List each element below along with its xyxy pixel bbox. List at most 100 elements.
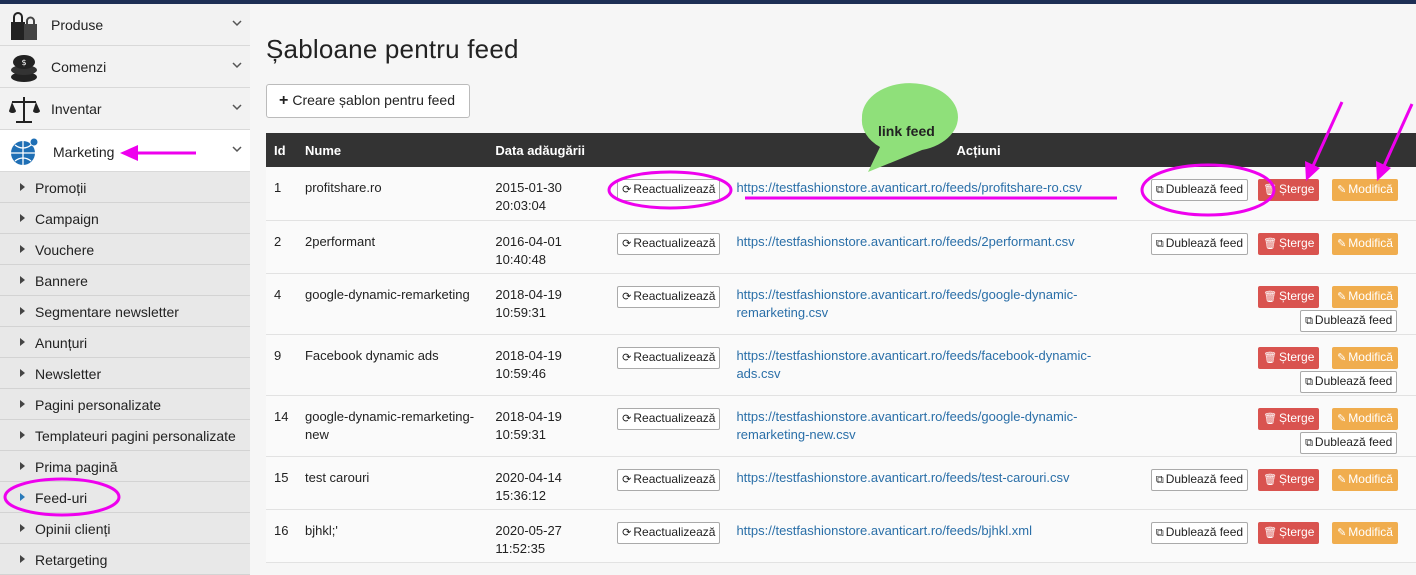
edit-button[interactable]: ✎ Modifică (1332, 179, 1398, 201)
sidebar-subitem[interactable]: Pagini personalizate (0, 389, 250, 420)
svg-text:$: $ (21, 58, 26, 67)
duplicate-feed-button[interactable]: ⧉ Dublează feed (1150, 232, 1249, 255)
caret-right-icon (20, 214, 25, 222)
sidebar-subitem[interactable]: Campaign (0, 203, 250, 234)
edit-label: Modifică (1348, 410, 1393, 425)
refresh-button[interactable]: ⟳ Reactualizează (617, 407, 721, 430)
cell-id: 15 (266, 456, 297, 510)
sidebar-subitem-label: Templateuri pagini personalizate (35, 428, 236, 444)
sidebar-subitem[interactable]: Newsletter (0, 358, 250, 389)
sidebar-item-label: Produse (51, 17, 104, 33)
cell-duplicate: ⧉ Dublează feed (1141, 220, 1259, 274)
duplicate-label: Dublează feed (1314, 434, 1393, 449)
cell-delete: 🗑 Șterge (1258, 167, 1330, 221)
cell-edit: ✎ Modifică (1329, 220, 1416, 274)
sidebar-subitem-label: Pagini personalizate (35, 397, 162, 413)
duplicate-feed-button[interactable]: ⧉ Dublează feed (1300, 431, 1398, 454)
edit-icon: ✎ (1337, 526, 1347, 539)
duplicate-feed-button[interactable]: ⧉ Dublează feed (1150, 521, 1249, 544)
refresh-label: Reactualizează (633, 349, 716, 364)
table-row: 4 google-dynamic-remarketing 2018-04-19 1… (266, 273, 1416, 335)
copy-icon: ⧉ (1305, 375, 1313, 388)
delete-button[interactable]: 🗑 Șterge (1258, 407, 1320, 430)
delete-button[interactable]: 🗑 Șterge (1258, 285, 1320, 308)
column-header-date: Data adăugării (495, 142, 585, 158)
delete-button[interactable]: 🗑 Șterge (1258, 179, 1320, 201)
edit-button[interactable]: ✎ Modifică (1332, 232, 1398, 255)
refresh-icon: ⟳ (622, 412, 632, 425)
delete-button[interactable]: 🗑 Șterge (1258, 346, 1320, 369)
sidebar-subitem[interactable]: Promoții (0, 172, 250, 203)
edit-icon: ✎ (1337, 290, 1347, 303)
copy-icon: ⧉ (1155, 184, 1164, 196)
edit-button[interactable]: ✎ Modifică (1332, 407, 1398, 430)
refresh-icon: ⟳ (622, 184, 632, 196)
cell-refresh: ⟳ Reactualizează (603, 395, 729, 457)
sidebar-subitem-label: Retargeting (35, 552, 108, 568)
refresh-button[interactable]: ⟳ Reactualizează (617, 285, 721, 308)
time-value: 20:03:04 (495, 198, 547, 213)
cell-date: 2020-04-14 15:36:12 (487, 456, 604, 510)
cell-refresh: ⟳ Reactualizează (603, 220, 729, 274)
feed-link[interactable]: https://testfashionstore.avanticart.ro/f… (736, 409, 1077, 442)
cell-refresh: ⟳ Reactualizează (603, 273, 729, 335)
sidebar-subitem-feed-uri[interactable]: Feed-uri (0, 482, 250, 513)
refresh-button[interactable]: ⟳ Reactualizează (617, 232, 721, 255)
date-value: 2015-01-30 (495, 180, 562, 195)
delete-button[interactable]: 🗑 Șterge (1258, 468, 1320, 491)
edit-button[interactable]: ✎ Modifică (1332, 346, 1398, 369)
copy-icon: ⧉ (1155, 473, 1164, 486)
cell-url: https://testfashionstore.avanticart.ro/f… (728, 220, 1142, 274)
create-feed-template-button[interactable]: + Creare șablon pentru feed (266, 84, 470, 118)
duplicate-feed-button[interactable]: ⧉ Dublează feed (1300, 370, 1398, 393)
chevron-down-icon (232, 104, 242, 111)
feed-link[interactable]: https://testfashionstore.avanticart.ro/f… (736, 348, 1091, 381)
feed-link[interactable]: https://testfashionstore.avanticart.ro/f… (736, 523, 1032, 538)
duplicate-feed-button[interactable]: ⧉ Dublează feed (1150, 468, 1249, 491)
sidebar-item-label: Inventar (51, 101, 102, 117)
date-value: 2016-04-01 (495, 233, 562, 249)
sidebar-subitem[interactable]: Anunțuri (0, 327, 250, 358)
delete-button[interactable]: 🗑 Șterge (1258, 232, 1320, 255)
feed-link[interactable]: https://testfashionstore.avanticart.ro/f… (736, 287, 1077, 320)
edit-button[interactable]: ✎ Modifică (1332, 468, 1398, 491)
sidebar-subitem-label: Anunțuri (35, 335, 88, 351)
trash-icon: 🗑 (1263, 526, 1278, 539)
duplicate-feed-button[interactable]: ⧉ Dublează feed (1300, 309, 1398, 332)
refresh-button[interactable]: ⟳ Reactualizează (617, 521, 721, 544)
sidebar-item-comenzi[interactable]: $ Comenzi (0, 46, 250, 88)
cell-date: 2018-04-19 10:59:31 (487, 395, 604, 457)
sidebar-subitem[interactable]: Vouchere (0, 234, 250, 265)
sidebar: Produse $ Comenzi Inventar Marketing Pro… (0, 4, 250, 575)
feed-link[interactable]: https://testfashionstore.avanticart.ro/f… (736, 470, 1069, 485)
sidebar-item-label: Marketing (53, 144, 115, 160)
cell-refresh: ⟳ Reactualizează (603, 167, 729, 221)
duplicate-feed-button[interactable]: ⧉ Dublează feed (1150, 179, 1249, 201)
sidebar-item-marketing[interactable]: Marketing (0, 130, 250, 172)
edit-button[interactable]: ✎ Modifică (1332, 521, 1398, 544)
date-value: 2020-04-14 (495, 469, 562, 485)
sidebar-subitem[interactable]: Opinii clienți (0, 513, 250, 544)
caret-right-icon (20, 400, 25, 408)
refresh-button[interactable]: ⟳ Reactualizează (617, 468, 721, 491)
sidebar-subitem[interactable]: Retargeting (0, 544, 250, 575)
trash-icon: 🗑 (1263, 412, 1278, 425)
sidebar-subitem[interactable]: Segmentare newsletter (0, 296, 250, 327)
caret-right-icon (20, 307, 25, 315)
sidebar-subitem[interactable]: Templateuri pagini personalizate (0, 420, 250, 451)
feed-link[interactable]: https://testfashionstore.avanticart.ro/f… (736, 180, 1081, 195)
refresh-button[interactable]: ⟳ Reactualizează (617, 346, 721, 369)
cell-duplicate: ⧉ Dublează feed (1141, 456, 1259, 510)
sidebar-subitem-label: Feed-uri (35, 490, 88, 506)
refresh-label: Reactualizează (633, 524, 716, 539)
feed-link[interactable]: https://testfashionstore.avanticart.ro/f… (736, 234, 1074, 249)
cell-id: 9 (266, 334, 297, 396)
sidebar-item-inventar[interactable]: Inventar (0, 88, 250, 130)
edit-button[interactable]: ✎ Modifică (1332, 285, 1398, 308)
sidebar-subitem[interactable]: Prima pagină (0, 451, 250, 482)
sidebar-subitem[interactable]: Bannere (0, 265, 250, 296)
sidebar-item-produse[interactable]: Produse (0, 4, 250, 46)
delete-button[interactable]: 🗑 Șterge (1258, 521, 1320, 544)
refresh-button[interactable]: ⟳ Reactualizează (617, 179, 721, 201)
cell-duplicate (1141, 395, 1259, 457)
